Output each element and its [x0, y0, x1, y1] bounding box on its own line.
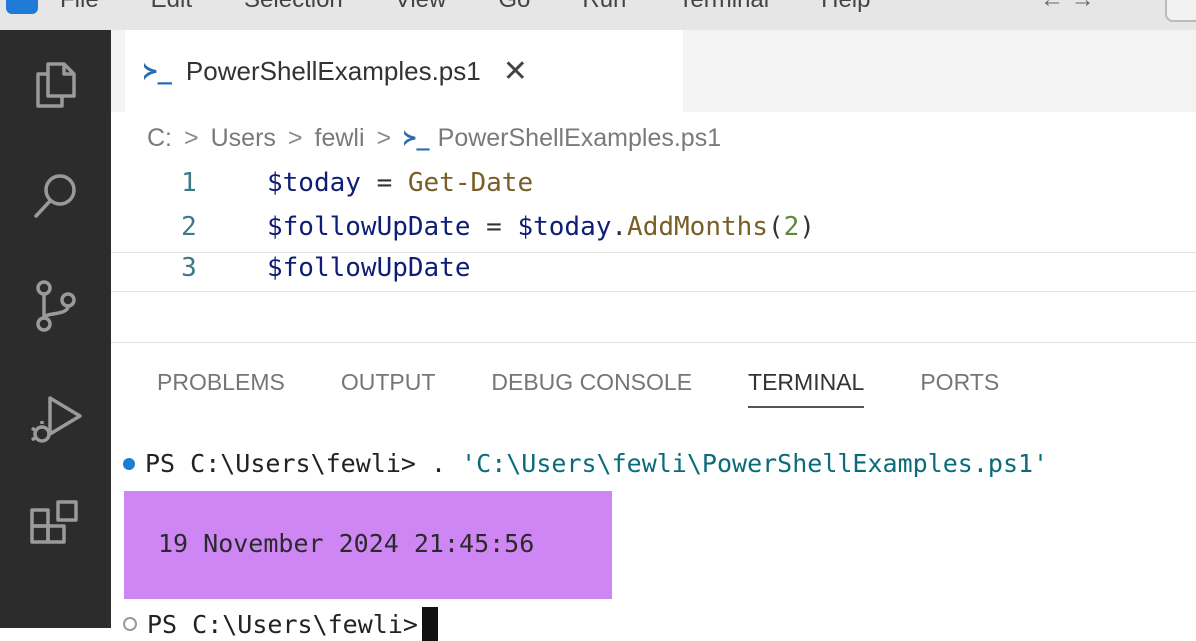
- terminal-prompt: PS C:\Users\fewli>: [147, 609, 418, 639]
- tab-problems[interactable]: PROBLEMS: [157, 369, 285, 408]
- breadcrumb-fewli[interactable]: fewli: [315, 124, 365, 153]
- line-number: 2: [181, 212, 197, 242]
- search-icon[interactable]: [28, 168, 84, 224]
- chevron-right-icon: >: [376, 124, 392, 152]
- powershell-file-icon: ≻_: [403, 126, 430, 151]
- code-token: $followUpDate: [267, 212, 471, 242]
- breadcrumb-drive[interactable]: C:: [147, 124, 172, 153]
- tab-debug-console[interactable]: DEBUG CONSOLE: [491, 369, 692, 408]
- chevron-right-icon: >: [184, 124, 199, 152]
- close-icon[interactable]: ✕: [503, 54, 528, 89]
- chevron-right-icon: >: [287, 124, 303, 152]
- line-number: 1: [181, 168, 197, 198]
- extensions-icon[interactable]: [28, 500, 84, 556]
- menu-bar: File Edit Selection View Go Run Terminal Help ←…: [0, 0, 1196, 30]
- panel-tabs: PROBLEMS OUTPUT DEBUG CONSOLE TERMINAL PORTS: [157, 369, 1055, 408]
- breadcrumb-file[interactable]: PowerShellExamples.ps1: [438, 124, 721, 153]
- tab-label: PowerShellExamples.ps1: [185, 55, 481, 86]
- terminal-dot-source: .: [415, 449, 462, 478]
- tab-powershell-examples[interactable]: ≻_ PowerShellExamples.ps1 ✕: [125, 30, 683, 112]
- code-token: $today: [517, 212, 612, 242]
- code-token: 2: [783, 212, 800, 242]
- tab-ports[interactable]: PORTS: [920, 369, 999, 408]
- code-editor[interactable]: C: > Users > fewli > ≻_ PowerShellExampl…: [111, 112, 1196, 342]
- terminal-input-line[interactable]: PS C:\Users\fewli>: [123, 607, 438, 641]
- terminal-output: 19 November 2024 21:45:56: [158, 529, 535, 558]
- vscode-logo-icon: [6, 0, 38, 14]
- code-token: $followUpDate: [267, 253, 471, 283]
- output-highlight: 19 November 2024 21:45:56: [124, 491, 612, 599]
- code-token: AddMonths: [627, 212, 768, 242]
- activity-bar: [0, 30, 111, 628]
- code-token: Get-Date: [407, 168, 534, 198]
- tab-terminal[interactable]: TERMINAL: [748, 369, 865, 408]
- menu-item-terminal[interactable]: Terminal: [678, 0, 769, 14]
- breadcrumb: C: > Users > fewli > ≻_ PowerShellExampl…: [147, 124, 721, 153]
- powershell-file-icon: ≻_: [143, 57, 172, 85]
- terminal-prompt: PS C:\Users\fewli>: [145, 449, 416, 478]
- source-control-icon[interactable]: [28, 278, 84, 334]
- code-text: $followUpDate: [267, 253, 471, 283]
- terminal-cursor: [421, 607, 438, 641]
- breadcrumb-users[interactable]: Users: [211, 124, 276, 153]
- command-pending-dot-icon: [123, 617, 137, 631]
- editor-tab-strip: ≻_ PowerShellExamples.ps1 ✕: [111, 30, 1196, 112]
- menu-item-selection[interactable]: Selection: [244, 0, 343, 14]
- code-line[interactable]: 2 $followUpDate = $today.AddMonths(2): [111, 212, 1196, 256]
- menu-item-help[interactable]: Help: [821, 0, 870, 14]
- menu-item-view[interactable]: View: [395, 0, 447, 14]
- menu-item-run[interactable]: Run: [582, 0, 626, 14]
- code-line[interactable]: 1 $today = Get-Date: [111, 168, 1196, 212]
- files-icon[interactable]: [28, 56, 84, 112]
- nav-arrows[interactable]: ← →: [1040, 0, 1095, 14]
- bottom-panel: PROBLEMS OUTPUT DEBUG CONSOLE TERMINAL PORTS…: [111, 342, 1196, 641]
- code-text: $today = Get-Date: [267, 168, 533, 198]
- code-text: $followUpDate = $today.AddMonths(2): [267, 212, 815, 242]
- code-token: =: [470, 212, 518, 242]
- command-success-dot-icon[interactable]: [123, 457, 135, 470]
- code-token: $today: [267, 168, 361, 198]
- code-token: .: [611, 212, 628, 242]
- terminal-command-line: PS C:\Users\fewli> . 'C:\Users\fewli\Pow…: [123, 449, 1048, 478]
- run-debug-icon[interactable]: [28, 390, 84, 446]
- code-token: (: [767, 212, 784, 242]
- tab-output[interactable]: OUTPUT: [341, 369, 436, 408]
- menu-item-go[interactable]: Go: [498, 0, 530, 14]
- menu-items: File Edit Selection View Go Run Terminal Help: [60, 0, 870, 14]
- line-number: 3: [181, 253, 197, 283]
- terminal-command-path: 'C:\Users\fewli\PowerShellExamples.ps1': [461, 449, 1049, 478]
- code-token: ): [799, 212, 815, 242]
- menu-item-edit[interactable]: Edit: [151, 0, 192, 14]
- code-token: =: [360, 168, 408, 198]
- command-center[interactable]: [1165, 0, 1196, 22]
- code-line[interactable]: 3 $followUpDate: [111, 252, 1196, 292]
- menu-item-file[interactable]: File: [60, 0, 99, 14]
